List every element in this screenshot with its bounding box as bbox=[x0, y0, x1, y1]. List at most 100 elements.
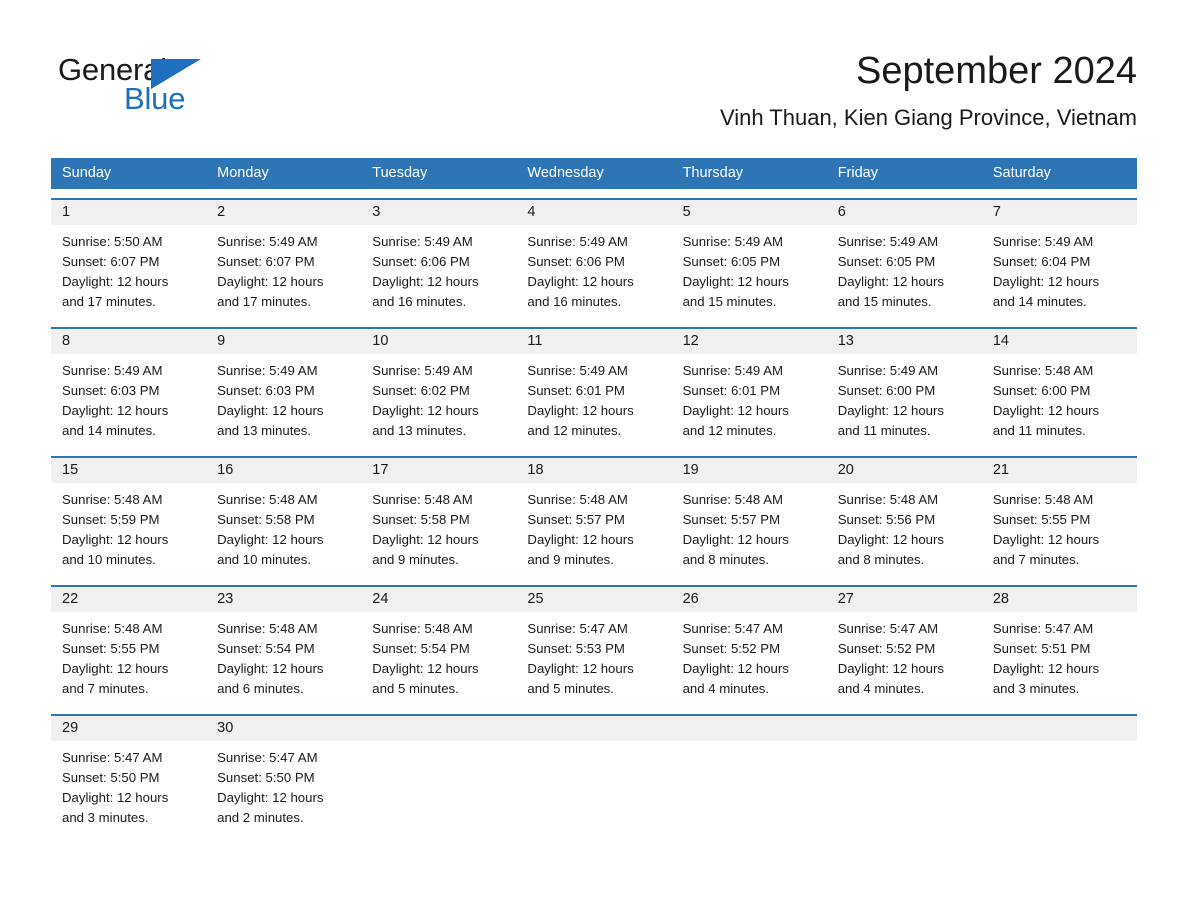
day-cell[interactable]: Sunrise: 5:47 AM Sunset: 5:52 PM Dayligh… bbox=[672, 612, 827, 705]
sunset-text: Sunset: 5:58 PM bbox=[372, 512, 470, 527]
day-cell[interactable]: Sunrise: 5:48 AM Sunset: 5:55 PM Dayligh… bbox=[982, 483, 1137, 576]
day-number[interactable]: 12 bbox=[672, 329, 827, 354]
day-number[interactable]: 15 bbox=[51, 458, 206, 483]
day-cell[interactable]: Sunrise: 5:48 AM Sunset: 5:58 PM Dayligh… bbox=[361, 483, 516, 576]
daylight-text-line2: and 12 minutes. bbox=[682, 423, 777, 438]
sunrise-text: Sunrise: 5:49 AM bbox=[217, 234, 318, 249]
day-number[interactable]: 20 bbox=[827, 458, 982, 483]
day-number[interactable]: 1 bbox=[51, 200, 206, 225]
sunset-text: Sunset: 6:01 PM bbox=[682, 383, 781, 398]
daylight-text-line1: Daylight: 12 hours bbox=[527, 661, 634, 676]
day-cell[interactable]: Sunrise: 5:50 AM Sunset: 6:07 PM Dayligh… bbox=[51, 225, 206, 318]
sunset-text: Sunset: 6:03 PM bbox=[217, 383, 315, 398]
day-number-empty bbox=[516, 716, 671, 741]
day-number[interactable]: 27 bbox=[827, 587, 982, 612]
day-number[interactable]: 11 bbox=[516, 329, 671, 354]
day-number-empty bbox=[982, 716, 1137, 741]
day-number[interactable]: 21 bbox=[982, 458, 1137, 483]
day-cell[interactable]: Sunrise: 5:49 AM Sunset: 6:00 PM Dayligh… bbox=[827, 354, 982, 447]
sunset-text: Sunset: 6:01 PM bbox=[527, 383, 625, 398]
sunrise-text: Sunrise: 5:48 AM bbox=[62, 621, 163, 636]
day-cell[interactable]: Sunrise: 5:47 AM Sunset: 5:51 PM Dayligh… bbox=[982, 612, 1137, 705]
day-number[interactable]: 22 bbox=[51, 587, 206, 612]
sunset-text: Sunset: 6:04 PM bbox=[992, 254, 1091, 269]
day-cell[interactable]: Sunrise: 5:48 AM Sunset: 5:54 PM Dayligh… bbox=[206, 612, 361, 705]
day-cell[interactable]: Sunrise: 5:49 AM Sunset: 6:03 PM Dayligh… bbox=[51, 354, 206, 447]
day-cell[interactable]: Sunrise: 5:49 AM Sunset: 6:01 PM Dayligh… bbox=[516, 354, 671, 447]
daylight-text-line2: and 16 minutes. bbox=[527, 294, 622, 309]
day-cell[interactable]: Sunrise: 5:49 AM Sunset: 6:02 PM Dayligh… bbox=[361, 354, 516, 447]
day-cell[interactable]: Sunrise: 5:49 AM Sunset: 6:07 PM Dayligh… bbox=[206, 225, 361, 318]
day-cell[interactable]: Sunrise: 5:49 AM Sunset: 6:03 PM Dayligh… bbox=[206, 354, 361, 447]
day-number[interactable]: 13 bbox=[827, 329, 982, 354]
sunset-text: Sunset: 6:06 PM bbox=[527, 254, 625, 269]
day-cell[interactable]: Sunrise: 5:47 AM Sunset: 5:50 PM Dayligh… bbox=[206, 741, 361, 834]
daylight-text-line1: Daylight: 12 hours bbox=[527, 274, 634, 289]
day-cell[interactable]: Sunrise: 5:48 AM Sunset: 5:57 PM Dayligh… bbox=[672, 483, 827, 576]
day-cell[interactable]: Sunrise: 5:49 AM Sunset: 6:05 PM Dayligh… bbox=[827, 225, 982, 318]
weekday-header-sunday: Sunday bbox=[62, 165, 112, 181]
calendar-week-row: 22 23 24 25 26 27 28 Sunrise: 5:48 AM Su… bbox=[51, 585, 1137, 705]
day-number-band: 1 2 3 4 5 6 7 bbox=[51, 200, 1137, 225]
day-cell[interactable]: Sunrise: 5:47 AM Sunset: 5:52 PM Dayligh… bbox=[827, 612, 982, 705]
daylight-text-line1: Daylight: 12 hours bbox=[682, 403, 789, 418]
generalblue-logo[interactable]: General Blue bbox=[58, 52, 278, 122]
day-cell-empty bbox=[982, 741, 1137, 834]
daylight-text-line1: Daylight: 12 hours bbox=[372, 532, 479, 547]
day-cell[interactable]: Sunrise: 5:49 AM Sunset: 6:06 PM Dayligh… bbox=[361, 225, 516, 318]
day-cell[interactable]: Sunrise: 5:48 AM Sunset: 5:58 PM Dayligh… bbox=[206, 483, 361, 576]
daylight-text-line1: Daylight: 12 hours bbox=[837, 274, 944, 289]
day-number-band: 8 9 10 11 12 13 14 bbox=[51, 329, 1137, 354]
day-cell[interactable]: Sunrise: 5:47 AM Sunset: 5:50 PM Dayligh… bbox=[51, 741, 206, 834]
day-detail-row: Sunrise: 5:47 AM Sunset: 5:50 PM Dayligh… bbox=[51, 741, 1137, 834]
day-cell[interactable]: Sunrise: 5:48 AM Sunset: 5:59 PM Dayligh… bbox=[51, 483, 206, 576]
day-number[interactable]: 7 bbox=[982, 200, 1137, 225]
sunrise-text: Sunrise: 5:47 AM bbox=[837, 621, 939, 636]
day-cell[interactable]: Sunrise: 5:48 AM Sunset: 5:57 PM Dayligh… bbox=[516, 483, 671, 576]
day-number[interactable]: 17 bbox=[361, 458, 516, 483]
day-number[interactable]: 6 bbox=[827, 200, 982, 225]
daylight-text-line1: Daylight: 12 hours bbox=[62, 661, 169, 676]
day-number[interactable]: 29 bbox=[51, 716, 206, 741]
daylight-text-line1: Daylight: 12 hours bbox=[682, 661, 789, 676]
daylight-text-line2: and 6 minutes. bbox=[217, 681, 304, 696]
day-cell-empty bbox=[516, 741, 671, 834]
day-cell[interactable]: Sunrise: 5:48 AM Sunset: 5:56 PM Dayligh… bbox=[827, 483, 982, 576]
day-cell[interactable]: Sunrise: 5:48 AM Sunset: 6:00 PM Dayligh… bbox=[982, 354, 1137, 447]
sunrise-text: Sunrise: 5:48 AM bbox=[217, 492, 318, 507]
daylight-text-line2: and 8 minutes. bbox=[837, 552, 925, 567]
day-cell[interactable]: Sunrise: 5:49 AM Sunset: 6:01 PM Dayligh… bbox=[672, 354, 827, 447]
day-number[interactable]: 18 bbox=[516, 458, 671, 483]
day-number[interactable]: 3 bbox=[361, 200, 516, 225]
day-cell[interactable]: Sunrise: 5:48 AM Sunset: 5:55 PM Dayligh… bbox=[51, 612, 206, 705]
day-number[interactable]: 5 bbox=[672, 200, 827, 225]
day-number[interactable]: 24 bbox=[361, 587, 516, 612]
calendar-table: Sunday Monday Tuesday Wednesday Thursday… bbox=[51, 158, 1137, 834]
daylight-text-line2: and 7 minutes. bbox=[62, 681, 149, 696]
day-number[interactable]: 8 bbox=[51, 329, 206, 354]
day-number[interactable]: 30 bbox=[206, 716, 361, 741]
day-cell[interactable]: Sunrise: 5:49 AM Sunset: 6:05 PM Dayligh… bbox=[672, 225, 827, 318]
day-number-band: 29 30 bbox=[51, 716, 1137, 741]
day-number[interactable]: 28 bbox=[982, 587, 1137, 612]
day-cell[interactable]: Sunrise: 5:49 AM Sunset: 6:04 PM Dayligh… bbox=[982, 225, 1137, 318]
day-number[interactable]: 10 bbox=[361, 329, 516, 354]
sunset-text: Sunset: 5:58 PM bbox=[217, 512, 315, 527]
daylight-text-line2: and 15 minutes. bbox=[682, 294, 777, 309]
day-cell[interactable]: Sunrise: 5:48 AM Sunset: 5:54 PM Dayligh… bbox=[361, 612, 516, 705]
sunrise-text: Sunrise: 5:48 AM bbox=[372, 492, 473, 507]
day-cell[interactable]: Sunrise: 5:49 AM Sunset: 6:06 PM Dayligh… bbox=[516, 225, 671, 318]
day-number[interactable]: 25 bbox=[516, 587, 671, 612]
day-number[interactable]: 9 bbox=[206, 329, 361, 354]
daylight-text-line2: and 4 minutes. bbox=[682, 681, 770, 696]
daylight-text-line2: and 12 minutes. bbox=[527, 423, 622, 438]
day-number[interactable]: 16 bbox=[206, 458, 361, 483]
daylight-text-line2: and 14 minutes. bbox=[992, 294, 1087, 309]
day-number[interactable]: 14 bbox=[982, 329, 1137, 354]
day-number[interactable]: 26 bbox=[672, 587, 827, 612]
day-cell[interactable]: Sunrise: 5:47 AM Sunset: 5:53 PM Dayligh… bbox=[516, 612, 671, 705]
day-number[interactable]: 4 bbox=[516, 200, 671, 225]
day-number[interactable]: 23 bbox=[206, 587, 361, 612]
day-number[interactable]: 2 bbox=[206, 200, 361, 225]
day-number[interactable]: 19 bbox=[672, 458, 827, 483]
